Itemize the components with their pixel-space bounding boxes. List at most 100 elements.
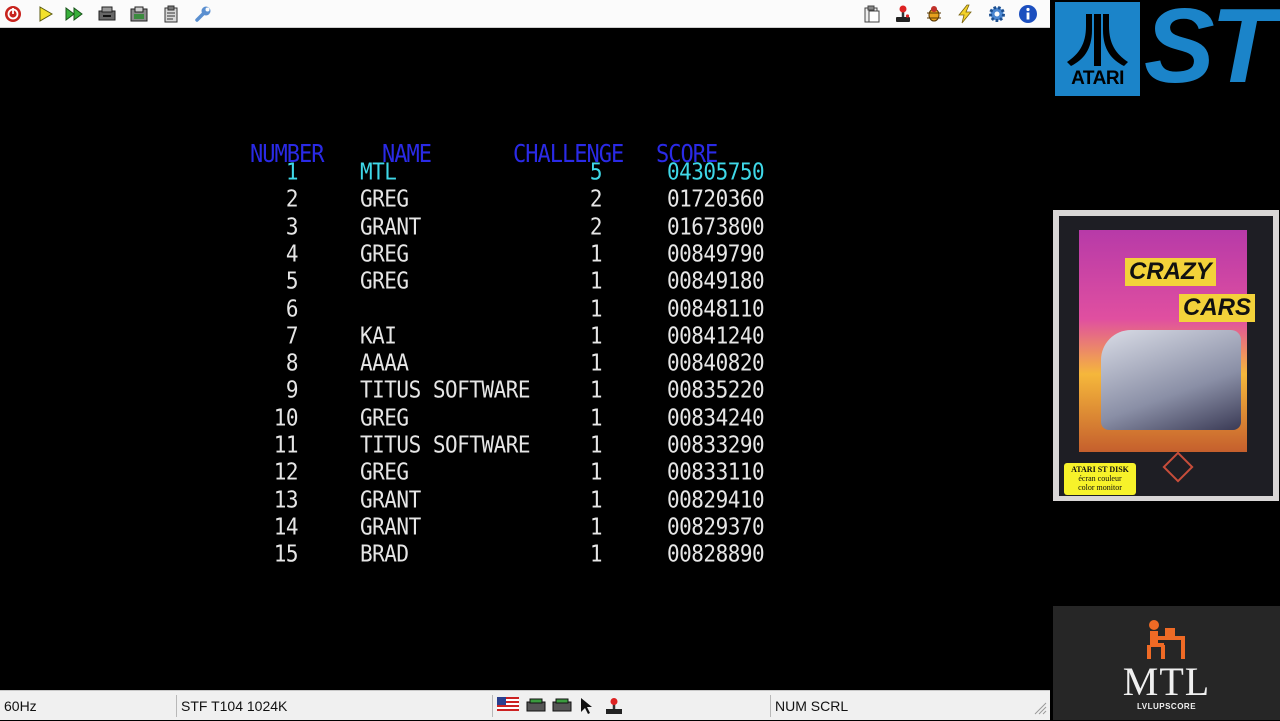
score-value: 01720360 [667, 185, 765, 212]
challenge-level: 1 [589, 458, 603, 485]
snapshot-save-icon[interactable] [128, 3, 150, 25]
player-name: KAI [360, 322, 397, 349]
rank-number: 10 [273, 404, 299, 431]
rank-number: 12 [273, 458, 299, 485]
player-name: TITUS SOFTWARE [360, 431, 531, 458]
player-name: MTL [360, 158, 397, 185]
highscore-row: 5 GREG 1 00849180 [0, 267, 1050, 294]
score-value: 00829410 [667, 486, 765, 513]
lock-indicators: NUM SCRL [770, 695, 848, 717]
mtl-wordmark: MTL [1122, 659, 1211, 704]
box-title-line2: CARS [1179, 294, 1256, 322]
player-name: GREG [360, 240, 409, 267]
challenge-level: 1 [589, 240, 603, 267]
player-name: GRANT [360, 486, 421, 513]
box-title-line1: CRAZY [1125, 258, 1216, 286]
challenge-level: 1 [589, 540, 603, 567]
power-icon[interactable] [2, 3, 24, 25]
car-illustration [1101, 330, 1241, 430]
info-icon[interactable] [1017, 3, 1039, 25]
fast-forward-icon[interactable] [64, 3, 86, 25]
highscore-row: 9 TITUS SOFTWARE 1 00835220 [0, 376, 1050, 403]
highscore-row: 3 GRANT 2 01673800 [0, 213, 1050, 240]
challenge-level: 1 [589, 322, 603, 349]
box-cover: CRAZY CARS [1079, 230, 1256, 452]
disk-label-line3: color monitor [1078, 483, 1122, 492]
st-wordmark: ST [1144, 0, 1275, 105]
mtl-logo-panel: MTL LVLUPSCORE [1053, 606, 1280, 720]
highscore-row: 4 GREG 1 00849790 [0, 240, 1050, 267]
rank-number: 15 [273, 540, 299, 567]
highscore-row: 13 GRANT 1 00829410 [0, 486, 1050, 513]
rank-number: 5 [285, 267, 299, 294]
player-name: GREG [360, 267, 409, 294]
highscore-row: 1 MTL 5 04305750 [0, 158, 1050, 185]
player-name: BRAD [360, 540, 409, 567]
rank-number: 14 [273, 513, 299, 540]
highscore-row: 15 BRAD 1 00828890 [0, 540, 1050, 567]
gear-icon[interactable] [986, 3, 1008, 25]
desk-figure-icon [1143, 616, 1189, 662]
challenge-level: 1 [589, 431, 603, 458]
highscore-row: 11 TITUS SOFTWARE 1 00833290 [0, 431, 1050, 458]
rank-number: 7 [285, 322, 299, 349]
score-value: 00849180 [667, 267, 765, 294]
play-icon[interactable] [34, 3, 56, 25]
highscore-row: 14 GRANT 1 00829370 [0, 513, 1050, 540]
joystick-icon[interactable] [892, 3, 914, 25]
toolbar [0, 0, 1050, 28]
highscore-row: 12 GREG 1 00833110 [0, 458, 1050, 485]
disk-drive-icon[interactable] [96, 3, 118, 25]
atari-wordmark: ATARI [1071, 68, 1124, 89]
rank-number: 9 [285, 376, 299, 403]
rank-number: 13 [273, 486, 299, 513]
clipboard-icon[interactable] [160, 3, 182, 25]
challenge-level: 5 [589, 158, 603, 185]
score-value: 00833110 [667, 458, 765, 485]
rank-number: 1 [285, 158, 299, 185]
atari-fuji-logo: ATARI [1055, 2, 1140, 96]
mouse-cursor-icon [575, 697, 597, 715]
rank-number: 2 [285, 185, 299, 212]
box-art-frame: CRAZY CARS ATARI ST DISK écran couleur c… [1059, 216, 1273, 496]
score-value: 00841240 [667, 322, 765, 349]
publisher-emblem-icon [1162, 451, 1194, 483]
challenge-level: 2 [589, 185, 603, 212]
game-screen[interactable]: NUMBER NAME CHALLENGE SCORE 1 MTL 5 0430575… [0, 28, 1050, 690]
drive-a-icon [525, 697, 547, 715]
score-value: 04305750 [667, 158, 765, 185]
challenge-level: 1 [589, 486, 603, 513]
refresh-rate: 60Hz [4, 698, 37, 714]
disk-label-line1: ATARI ST DISK [1071, 465, 1129, 474]
game-box-art: CRAZY CARS ATARI ST DISK écran couleur c… [1053, 210, 1279, 501]
challenge-level: 2 [589, 213, 603, 240]
highscore-row: 7 KAI 1 00841240 [0, 322, 1050, 349]
score-value: 01673800 [667, 213, 765, 240]
challenge-level: 1 [589, 267, 603, 294]
score-value: 00849790 [667, 240, 765, 267]
rank-number: 6 [285, 295, 299, 322]
player-name: GRANT [360, 513, 421, 540]
score-value: 00829370 [667, 513, 765, 540]
us-flag-icon [497, 697, 519, 715]
drive-b-icon [551, 697, 573, 715]
lightning-icon[interactable] [954, 3, 976, 25]
rank-number: 11 [273, 431, 299, 458]
resize-grip-icon[interactable] [1028, 699, 1050, 717]
wrench-icon[interactable] [192, 3, 214, 25]
debugger-icon[interactable] [923, 3, 945, 25]
atari-st-logo: ATARI ST [1052, 0, 1280, 105]
rank-number: 4 [285, 240, 299, 267]
challenge-level: 1 [589, 349, 603, 376]
score-value: 00834240 [667, 404, 765, 431]
player-name: GREG [360, 185, 409, 212]
status-bar: 60Hz STF T104 1024K NUM SCRL [0, 690, 1050, 720]
disk-label-sticker: ATARI ST DISK écran couleur color monito… [1064, 463, 1136, 495]
score-value: 00840820 [667, 349, 765, 376]
player-name: GREG [360, 458, 409, 485]
paste-icon[interactable] [861, 3, 883, 25]
highscore-row: 2 GREG 2 01720360 [0, 185, 1050, 212]
highscore-row: 10 GREG 1 00834240 [0, 404, 1050, 431]
rank-number: 8 [285, 349, 299, 376]
disk-label-line2: écran couleur [1078, 474, 1122, 483]
